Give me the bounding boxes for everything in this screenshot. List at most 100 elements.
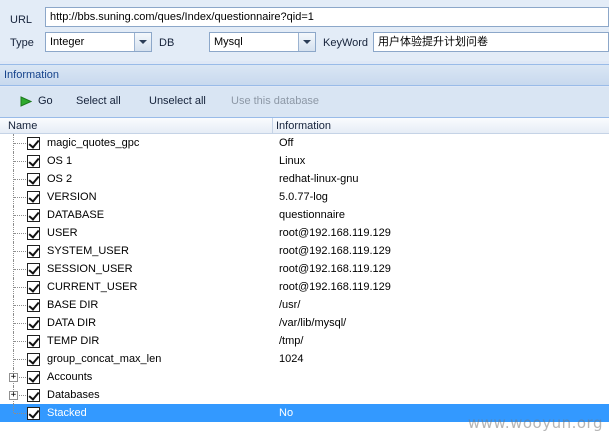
tree-connector bbox=[14, 233, 26, 234]
tree-connector bbox=[14, 323, 26, 324]
row-information: Off bbox=[279, 137, 294, 149]
row-name: CURRENT_USER bbox=[47, 281, 138, 293]
checkbox-checked-icon[interactable] bbox=[27, 245, 40, 258]
checkbox-checked-icon[interactable] bbox=[27, 227, 40, 240]
db-label: DB bbox=[159, 37, 175, 49]
checkbox-checked-icon[interactable] bbox=[27, 335, 40, 348]
row-name: Stacked bbox=[47, 407, 87, 419]
row-information: root@192.168.119.129 bbox=[279, 227, 391, 239]
checkbox-checked-icon[interactable] bbox=[27, 353, 40, 366]
tree-connector bbox=[14, 359, 26, 360]
row-information: /var/lib/mysql/ bbox=[279, 317, 347, 329]
keyword-label: KeyWord bbox=[323, 37, 369, 49]
row-name: VERSION bbox=[47, 191, 97, 203]
row-information: root@192.168.119.129 bbox=[279, 263, 391, 275]
plus-box-icon[interactable]: + bbox=[9, 391, 18, 400]
tree-connector bbox=[14, 161, 26, 162]
table-row[interactable]: OS 1 Linux bbox=[0, 152, 609, 170]
type-select[interactable]: Integer bbox=[45, 32, 152, 52]
row-information: Linux bbox=[279, 155, 306, 167]
row-information: questionnaire bbox=[279, 209, 346, 221]
tree-connector bbox=[14, 413, 26, 414]
row-name: Accounts bbox=[47, 371, 93, 383]
checkbox-checked-icon[interactable] bbox=[27, 209, 40, 222]
table-row[interactable]: OS 2 redhat-linux-gnu bbox=[0, 170, 609, 188]
checkbox-checked-icon[interactable] bbox=[27, 317, 40, 330]
url-input[interactable]: http://bbs.suning.com/ques/Index/questio… bbox=[45, 7, 609, 27]
table-row[interactable]: group_concat_max_len 1024 bbox=[0, 350, 609, 368]
column-separator[interactable] bbox=[272, 118, 273, 134]
table-row[interactable]: DATA DIR/var/lib/mysql/ bbox=[0, 314, 609, 332]
checkbox-checked-icon[interactable] bbox=[27, 389, 40, 402]
tree-connector bbox=[13, 404, 14, 413]
checkbox-checked-icon[interactable] bbox=[27, 281, 40, 294]
row-information: /tmp/ bbox=[279, 335, 304, 347]
column-header-name[interactable]: Name bbox=[8, 120, 37, 132]
tree-connector bbox=[14, 179, 26, 180]
select-all-button[interactable]: Select all bbox=[76, 95, 121, 107]
row-information: 5.0.77-log bbox=[279, 191, 328, 203]
row-name: SYSTEM_USER bbox=[47, 245, 129, 257]
table-row[interactable]: SESSION_USER root@192.168.119.129 bbox=[0, 260, 609, 278]
row-information: root@192.168.119.129 bbox=[279, 245, 391, 257]
db-select[interactable]: Mysql bbox=[209, 32, 316, 52]
table-row[interactable]: BASE DIR/usr/ bbox=[0, 296, 609, 314]
row-name: BASE DIR bbox=[47, 299, 99, 311]
row-name: DATABASE bbox=[47, 209, 105, 221]
row-name: SESSION_USER bbox=[47, 263, 133, 275]
grid-header: Name Information bbox=[0, 118, 609, 134]
table-row[interactable]: CURRENT_USER root@192.168.119.129 bbox=[0, 278, 609, 296]
tree-connector bbox=[14, 251, 26, 252]
table-row[interactable]: magic_quotes_gpc Off bbox=[0, 134, 609, 152]
go-button[interactable]: Go bbox=[38, 95, 53, 107]
tree-connector bbox=[14, 269, 26, 270]
row-name: DATA DIR bbox=[47, 317, 97, 329]
play-arrow-icon[interactable] bbox=[20, 96, 32, 107]
type-label: Type bbox=[10, 37, 34, 49]
row-name: TEMP DIR bbox=[47, 335, 100, 347]
chevron-down-icon[interactable] bbox=[134, 33, 151, 51]
row-information: root@192.168.119.129 bbox=[279, 281, 391, 293]
url-label: URL bbox=[10, 14, 33, 26]
checkbox-checked-icon[interactable] bbox=[27, 263, 40, 276]
table-row[interactable]: SYSTEM_USER root@192.168.119.129 bbox=[0, 242, 609, 260]
connection-form: URL http://bbs.suning.com/ques/Index/que… bbox=[0, 0, 609, 61]
grid-rows: magic_quotes_gpc Off OS 1 Linux OS 2 redhat-l… bbox=[0, 134, 609, 422]
checkbox-checked-icon[interactable] bbox=[27, 191, 40, 204]
row-name: OS 1 bbox=[47, 155, 73, 167]
table-row[interactable]: USER root@192.168.119.129 bbox=[0, 224, 609, 242]
row-name: OS 2 bbox=[47, 173, 73, 185]
table-row[interactable]: TEMP DIR/tmp/ bbox=[0, 332, 609, 350]
row-name: magic_quotes_gpc bbox=[47, 137, 140, 149]
column-header-information[interactable]: Information bbox=[276, 120, 331, 132]
checkbox-checked-icon[interactable] bbox=[27, 155, 40, 168]
row-information: No bbox=[279, 407, 294, 419]
db-select-value: Mysql bbox=[214, 36, 243, 48]
keyword-input[interactable]: 用户体验提升计划问卷 bbox=[373, 32, 609, 52]
tree-connector bbox=[14, 341, 26, 342]
tree-connector bbox=[14, 197, 26, 198]
checkbox-checked-icon[interactable] bbox=[27, 407, 40, 420]
tree-connector bbox=[14, 215, 26, 216]
panel-title: Information bbox=[0, 64, 609, 86]
tree-connector bbox=[14, 305, 26, 306]
use-this-database-button[interactable]: Use this database bbox=[231, 95, 319, 107]
checkbox-checked-icon[interactable] bbox=[27, 299, 40, 312]
row-name: group_concat_max_len bbox=[47, 353, 162, 365]
tree-connector bbox=[14, 143, 26, 144]
watermark: www.wooyun.org bbox=[467, 414, 603, 432]
information-grid: Name Information magic_quotes_gpc Off OS 1… bbox=[0, 117, 609, 434]
table-row[interactable]: DATABASE questionnaire bbox=[0, 206, 609, 224]
table-row[interactable]: VERSION 5.0.77-log bbox=[0, 188, 609, 206]
table-row[interactable]: + Accounts bbox=[0, 368, 609, 386]
unselect-all-button[interactable]: Unselect all bbox=[149, 95, 206, 107]
type-select-value: Integer bbox=[50, 36, 85, 48]
row-information: /usr/ bbox=[279, 299, 301, 311]
row-name: USER bbox=[47, 227, 78, 239]
table-row[interactable]: + Databases bbox=[0, 386, 609, 404]
checkbox-checked-icon[interactable] bbox=[27, 371, 40, 384]
plus-box-icon[interactable]: + bbox=[9, 373, 18, 382]
checkbox-checked-icon[interactable] bbox=[27, 173, 40, 186]
checkbox-checked-icon[interactable] bbox=[27, 137, 40, 150]
chevron-down-icon[interactable] bbox=[298, 33, 315, 51]
